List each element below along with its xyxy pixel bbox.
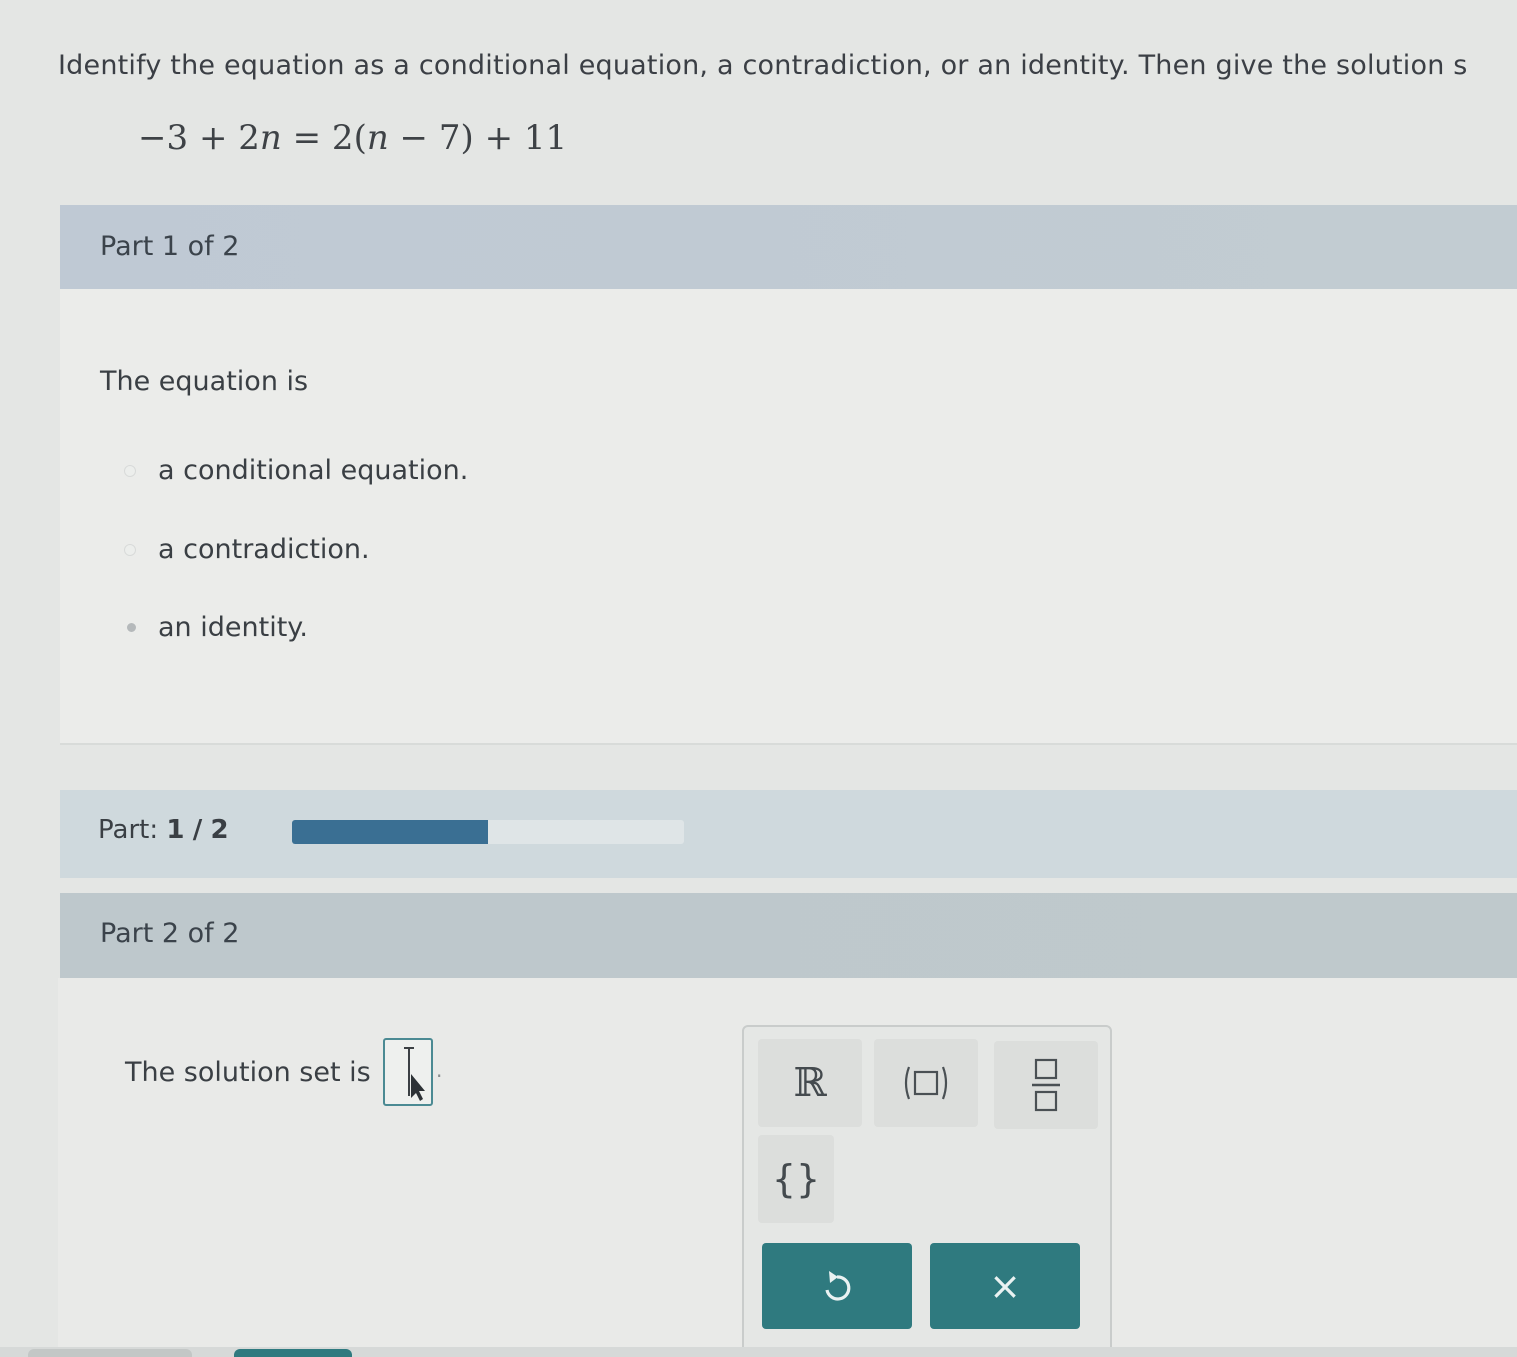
math-keypad: ℝ {} ×	[742, 1025, 1112, 1357]
part1-prompt: The equation is	[100, 366, 309, 397]
interval-icon	[904, 1066, 948, 1100]
option-identity[interactable]: an identity.	[127, 612, 308, 643]
question-text: Identify the equation as a conditional e…	[58, 50, 1468, 81]
answer-input[interactable]	[383, 1038, 433, 1106]
progress-text: Part:	[98, 815, 159, 845]
period: .	[436, 1058, 443, 1082]
undo-button[interactable]	[762, 1243, 912, 1329]
fraction-button[interactable]	[994, 1041, 1098, 1129]
eq-operator: +	[198, 118, 228, 158]
eq-term: 2	[238, 118, 260, 158]
eq-term: 11	[523, 118, 568, 158]
set-braces-icon: {}	[771, 1157, 821, 1201]
option-contradiction[interactable]: a contradiction.	[124, 534, 370, 565]
cursor-icon	[404, 1047, 425, 1101]
option-label: an identity.	[158, 612, 308, 643]
equation: −3 + 2n = 2(n − 7) + 11	[138, 118, 567, 158]
bottom-primary-button[interactable]	[234, 1349, 352, 1357]
eq-operator: =	[292, 118, 322, 158]
fraction-icon	[1032, 1058, 1060, 1112]
eq-paren: (	[353, 118, 367, 158]
radio-button-selected[interactable]	[127, 623, 136, 632]
close-icon: ×	[989, 1264, 1021, 1308]
eq-term: 2	[331, 118, 354, 158]
undo-icon	[825, 1271, 851, 1301]
solution-label: The solution set is	[125, 1057, 371, 1088]
progress-current: 1	[166, 815, 185, 845]
eq-variable: n	[259, 118, 282, 158]
part1-header: Part 1 of 2	[60, 205, 1517, 289]
option-conditional[interactable]: a conditional equation.	[124, 455, 469, 486]
real-numbers-button[interactable]: ℝ	[758, 1039, 862, 1127]
eq-operator: +	[484, 118, 514, 158]
real-numbers-icon: ℝ	[793, 1060, 827, 1106]
progress-bar	[292, 820, 684, 844]
part1-body	[60, 289, 1517, 745]
radio-button[interactable]	[124, 543, 136, 556]
clear-button[interactable]: ×	[930, 1243, 1080, 1329]
radio-button[interactable]	[124, 464, 136, 477]
page: Identify the equation as a conditional e…	[0, 0, 1517, 1357]
interval-button[interactable]	[874, 1039, 978, 1127]
eq-term: 7	[438, 118, 461, 158]
option-label: a conditional equation.	[158, 455, 469, 486]
eq-variable: n	[366, 118, 389, 158]
progress-label: Part: 1 / 2	[98, 815, 229, 845]
option-label: a contradiction.	[158, 534, 370, 565]
progress-separator: /	[192, 815, 203, 845]
eq-operator: −	[399, 118, 429, 158]
progress-bar-fill	[292, 820, 488, 844]
bottom-toolbar-edge	[0, 1347, 1517, 1357]
bottom-button[interactable]	[28, 1349, 192, 1357]
part2-header: Part 2 of 2	[60, 893, 1517, 978]
progress-total: 2	[210, 815, 229, 845]
eq-term: −3	[138, 118, 189, 158]
set-braces-button[interactable]: {}	[758, 1135, 834, 1223]
progress-band	[60, 790, 1517, 878]
eq-paren: )	[460, 118, 474, 158]
